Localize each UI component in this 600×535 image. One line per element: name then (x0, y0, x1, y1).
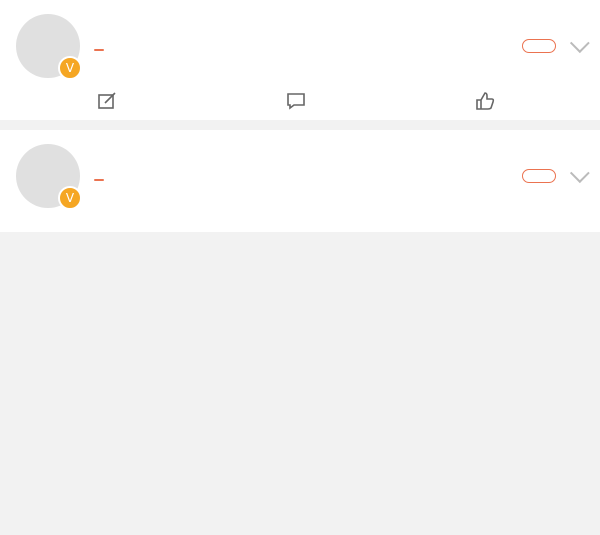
like-button[interactable] (475, 92, 503, 110)
verified-badge-icon: V (58, 56, 82, 80)
comment-icon (287, 93, 305, 110)
verified-badge-icon: V (58, 186, 82, 210)
post-header: V (16, 144, 590, 210)
avatar[interactable]: V (16, 144, 82, 210)
repost-icon (97, 92, 116, 109)
post-header: V (16, 14, 590, 80)
post-author-info (94, 41, 522, 51)
post-actions (16, 92, 584, 110)
follow-button[interactable] (522, 169, 556, 183)
comment-button[interactable] (286, 92, 314, 110)
feed-post-2: V (0, 130, 600, 232)
post-meta (94, 49, 522, 51)
chevron-down-icon[interactable] (569, 163, 590, 184)
feed-post-1: V (0, 0, 600, 120)
chevron-down-icon[interactable] (569, 33, 590, 54)
repost-button[interactable] (97, 92, 125, 110)
post-meta (94, 179, 522, 181)
post-tag (94, 49, 104, 51)
post-tag (94, 179, 104, 181)
post-author-info (94, 171, 522, 181)
thumbs-up-icon (476, 92, 495, 110)
avatar[interactable]: V (16, 14, 82, 80)
follow-button[interactable] (522, 39, 556, 53)
